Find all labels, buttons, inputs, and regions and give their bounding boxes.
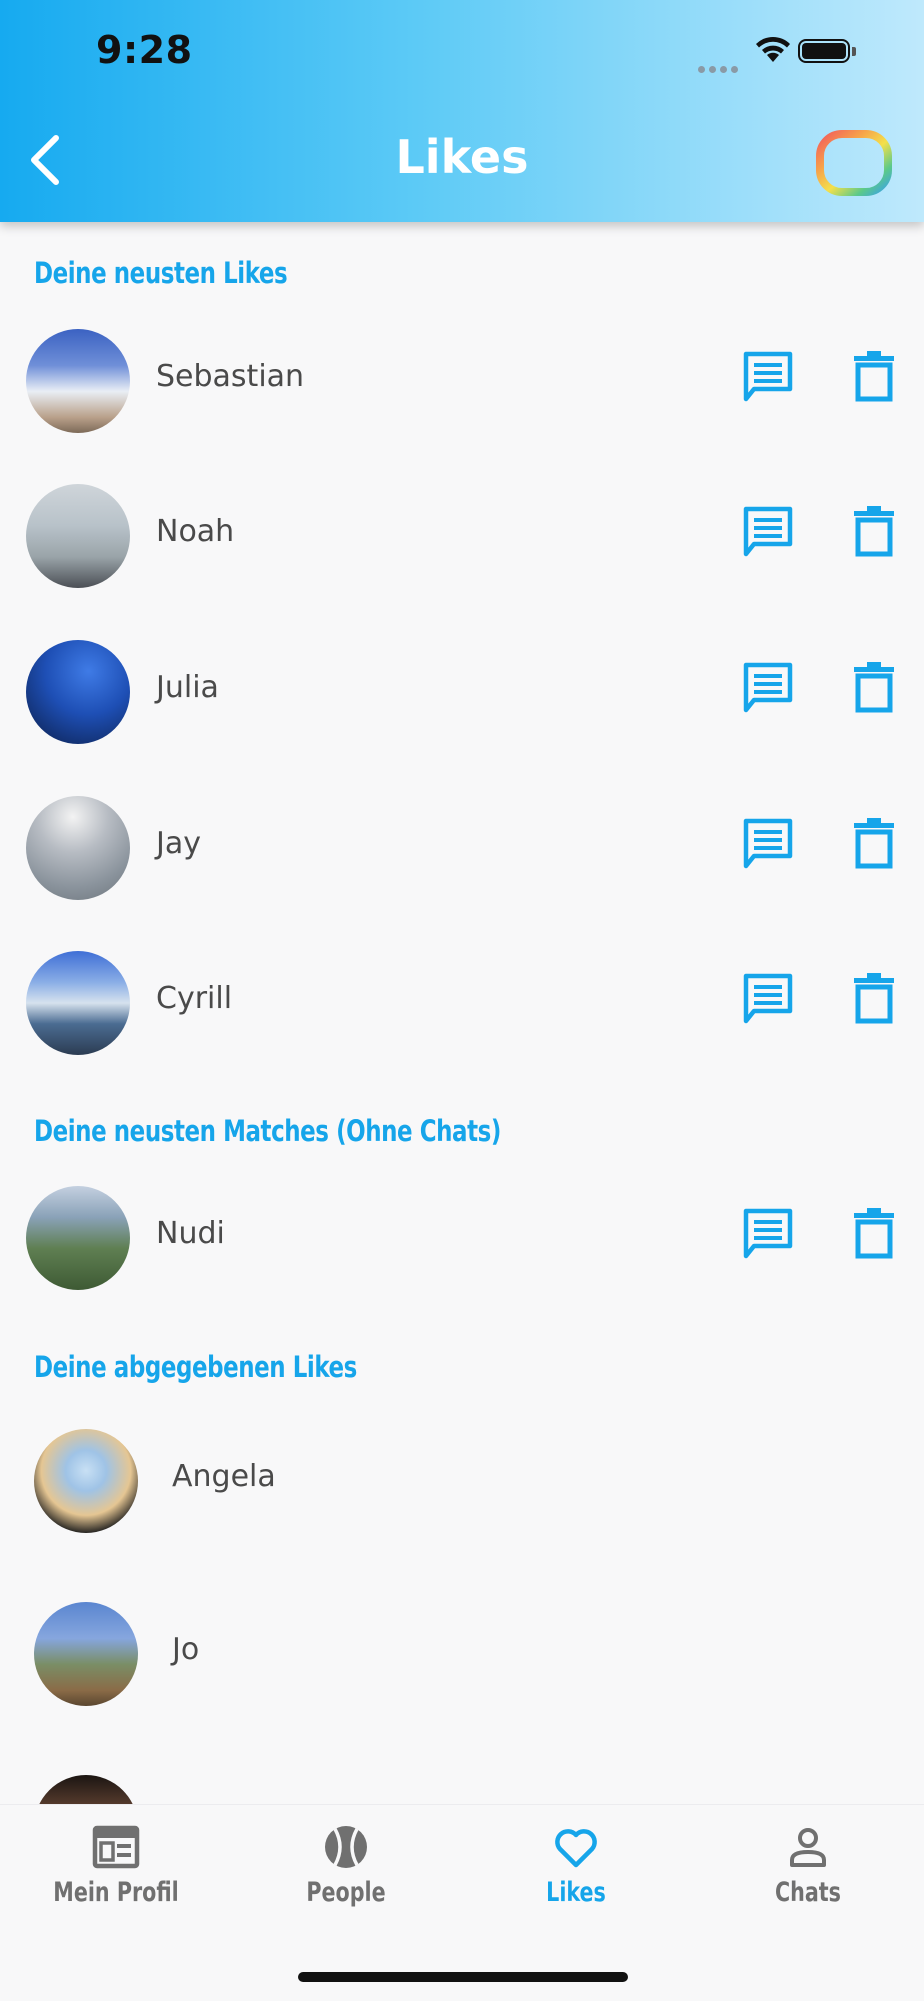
nav-label: People — [306, 1877, 386, 1908]
chat-button[interactable] — [740, 971, 796, 1027]
person-name[interactable]: Angela — [172, 1459, 276, 1494]
avatar[interactable] — [26, 484, 130, 588]
trash-icon — [854, 351, 894, 402]
chat-button[interactable] — [740, 349, 796, 405]
heart-icon — [555, 1829, 597, 1868]
avatar[interactable] — [26, 951, 130, 1055]
list-item[interactable]: Jo — [0, 1602, 924, 1712]
page-title: Likes — [395, 130, 529, 184]
person-name[interactable]: Jay — [156, 826, 201, 861]
trash-icon — [854, 506, 894, 557]
list-item[interactable]: Julia — [0, 640, 924, 750]
chat-bubble-icon — [743, 351, 793, 402]
nav-label: Chats — [775, 1877, 841, 1908]
person-name[interactable]: Nudi — [156, 1216, 225, 1251]
chat-button[interactable] — [740, 816, 796, 872]
list-item[interactable]: Jay — [0, 796, 924, 906]
rainbow-logo-icon — [816, 130, 892, 196]
trash-icon — [854, 662, 894, 713]
nav-label: Likes — [546, 1877, 606, 1908]
wifi-icon — [756, 36, 790, 62]
avatar[interactable] — [34, 1429, 138, 1533]
app-logo[interactable] — [814, 128, 894, 198]
section-title-recent-matches: Deine neusten Matches (Ohne Chats) — [34, 1114, 501, 1148]
person-name[interactable]: Sebastian — [156, 359, 304, 394]
profile-card-icon — [92, 1825, 140, 1869]
chat-bubble-icon — [743, 973, 793, 1024]
list-item[interactable]: Cyrill — [0, 951, 924, 1061]
list-item[interactable]: Sebastian — [0, 329, 924, 439]
section-title-given-likes: Deine abgegebenen Likes — [34, 1350, 357, 1384]
nav-item-likes[interactable]: Likes — [476, 1823, 676, 1933]
delete-button[interactable] — [846, 660, 902, 716]
chat-bubble-icon — [743, 818, 793, 869]
avatar[interactable] — [26, 1186, 130, 1290]
nav-item-mein-profil[interactable]: Mein Profil — [16, 1823, 216, 1933]
app-header: 9:28 Likes — [0, 0, 924, 222]
chat-button[interactable] — [740, 1206, 796, 1262]
delete-button[interactable] — [846, 349, 902, 405]
list-item[interactable] — [0, 1775, 924, 1804]
trash-icon — [854, 818, 894, 869]
home-indicator[interactable] — [298, 1972, 628, 1982]
avatar[interactable] — [26, 796, 130, 900]
section-title-recent-likes: Deine neusten Likes — [34, 256, 288, 290]
trash-icon — [854, 1208, 894, 1259]
nav-item-people[interactable]: People — [246, 1823, 446, 1933]
chat-bubble-icon — [743, 662, 793, 713]
chat-button[interactable] — [740, 504, 796, 560]
chat-button[interactable] — [740, 660, 796, 716]
delete-button[interactable] — [846, 971, 902, 1027]
delete-button[interactable] — [846, 1206, 902, 1262]
person-name[interactable]: Jo — [172, 1632, 199, 1667]
battery-icon — [798, 39, 850, 63]
delete-button[interactable] — [846, 816, 902, 872]
status-icons — [698, 34, 868, 73]
avatar[interactable] — [34, 1775, 138, 1804]
avatar[interactable] — [34, 1602, 138, 1706]
nav-item-chats[interactable]: Chats — [708, 1823, 908, 1933]
chat-bubble-icon — [743, 506, 793, 557]
avatar[interactable] — [26, 640, 130, 744]
person-name[interactable]: Noah — [156, 514, 234, 549]
person-name[interactable]: Julia — [156, 670, 219, 705]
list-item[interactable]: Noah — [0, 484, 924, 594]
person-name[interactable]: Cyrill — [156, 981, 232, 1016]
nav-label: Mein Profil — [53, 1877, 179, 1908]
person-icon — [790, 1828, 826, 1867]
tennis-ball-icon — [325, 1826, 367, 1868]
cellular-signal-icon — [698, 58, 742, 77]
avatar[interactable] — [26, 329, 130, 433]
delete-button[interactable] — [846, 504, 902, 560]
likes-list[interactable]: Deine neusten Likes Sebastian Noah Julia… — [0, 222, 924, 1804]
chat-bubble-icon — [743, 1208, 793, 1259]
status-time: 9:28 — [96, 28, 193, 72]
list-item[interactable]: Angela — [0, 1429, 924, 1539]
trash-icon — [854, 973, 894, 1024]
list-item[interactable]: Nudi — [0, 1186, 924, 1296]
